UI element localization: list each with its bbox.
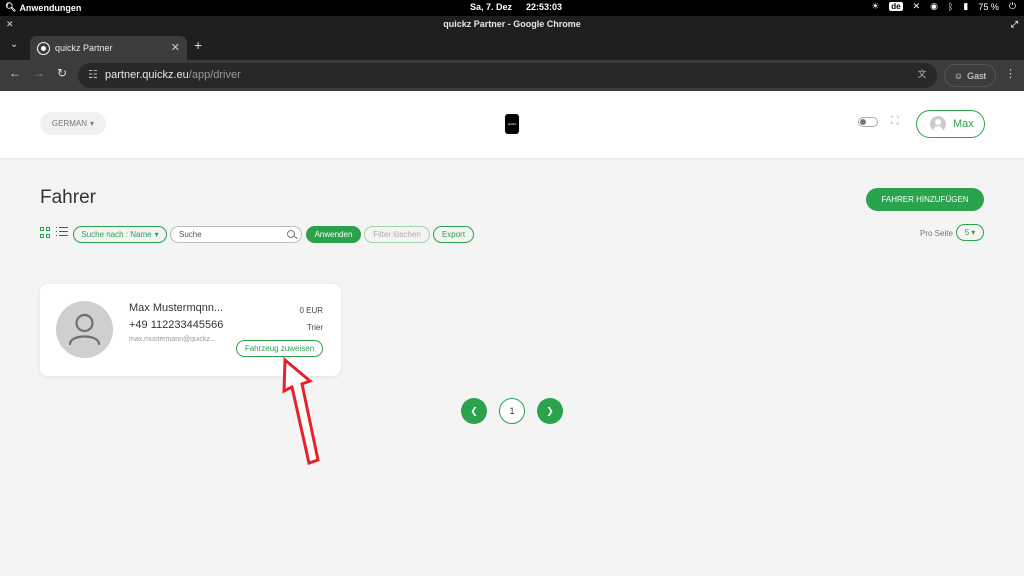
- language-dropdown[interactable]: GERMAN ▾: [40, 112, 106, 135]
- window-title-bar: ✕ quickz Partner - Google Chrome ⤢: [0, 16, 1024, 32]
- mute-icon: ✕: [912, 1, 921, 11]
- window-title: quickz Partner - Google Chrome: [443, 19, 581, 29]
- os-top-bar: 🔍︎ Anwendungen Sa, 7. Dez 22:53:03 ☀ de ✕…: [0, 0, 1024, 16]
- page-number-button[interactable]: 1: [499, 398, 525, 424]
- battery-icon: ▮: [963, 1, 969, 11]
- driver-city: Trier: [306, 323, 323, 332]
- url-text[interactable]: partner.quickz.eu/app/driver: [105, 69, 241, 81]
- add-driver-button[interactable]: FAHRER HINZUFÜGEN: [866, 188, 984, 211]
- user-menu-button[interactable]: Max: [916, 110, 985, 138]
- power-icon[interactable]: ⏻: [1009, 1, 1016, 12]
- search-icon: 🔍︎: [5, 2, 17, 12]
- language-label: GERMAN: [51, 119, 88, 128]
- list-view-icon[interactable]: [56, 227, 68, 238]
- restore-window-icon[interactable]: ⤢: [1011, 16, 1018, 32]
- search-icon[interactable]: [287, 230, 295, 238]
- caret-down-icon: ▾: [971, 228, 976, 237]
- more-menu-icon[interactable]: ⋮: [1005, 67, 1016, 80]
- driver-balance: 0 EUR: [299, 306, 323, 315]
- favicon-icon: [38, 42, 49, 54]
- address-bar[interactable]: ☷ partner.quickz.eu/app/driver 文: [78, 63, 937, 88]
- search-input[interactable]: Suche: [170, 226, 302, 243]
- driver-card[interactable]: Max Mustermqnn... +49 112233445566 max.m…: [40, 284, 341, 376]
- tab-quickz-partner[interactable]: quickz Partner ✕: [30, 36, 187, 60]
- user-name: Max: [953, 118, 974, 130]
- chevron-left-icon: ❮: [470, 405, 478, 416]
- brightness-icon: ☀: [871, 1, 880, 11]
- tab-search-chevron-icon[interactable]: ⌄: [10, 39, 18, 50]
- navigation-bar: ← → ↻ ☷ partner.quickz.eu/app/driver 文 ☺…: [0, 60, 1024, 91]
- back-arrow-icon[interactable]: ←: [9, 66, 21, 80]
- tab-strip: ⌄ quickz Partner ✕ +: [0, 32, 1024, 60]
- page-title: Fahrer: [40, 187, 96, 208]
- translate-icon[interactable]: 文: [915, 67, 929, 81]
- user-avatar-icon: [930, 116, 946, 132]
- search-placeholder: Suche: [179, 230, 202, 239]
- url-path: /app/driver: [188, 69, 241, 81]
- clear-filter-button[interactable]: Filter löschen: [364, 226, 430, 243]
- site-settings-icon[interactable]: ☷: [88, 68, 98, 81]
- bluetooth-icon: ᛒ: [948, 1, 954, 12]
- os-apps-label: Anwendungen: [19, 2, 82, 13]
- close-tab-icon[interactable]: ✕: [171, 41, 180, 54]
- theme-toggle[interactable]: [858, 117, 878, 127]
- export-button[interactable]: Export: [433, 226, 474, 243]
- driver-name: Max Mustermqnn...: [129, 302, 224, 314]
- driver-avatar-icon: [56, 301, 113, 358]
- os-date: Sa, 7. Dez: [470, 2, 513, 12]
- url-host: partner.quickz.eu: [105, 69, 189, 81]
- close-window-icon[interactable]: ✕: [6, 16, 14, 32]
- toggle-knob: [860, 119, 866, 125]
- previous-page-button[interactable]: ❮: [461, 398, 487, 424]
- fullscreen-icon[interactable]: ⛶: [891, 115, 899, 128]
- os-apps-menu[interactable]: 🔍︎ Anwendungen: [5, 2, 81, 13]
- forward-arrow-icon[interactable]: →: [33, 66, 45, 80]
- app-logo[interactable]: quickz: [505, 114, 519, 134]
- per-page-value: 5: [964, 228, 970, 237]
- profile-icon: ☺: [953, 70, 964, 81]
- caret-down-icon: ▾: [90, 119, 95, 128]
- battery-level: 75 %: [978, 1, 999, 12]
- chevron-right-icon: ❯: [546, 405, 554, 416]
- reload-icon[interactable]: ↻: [57, 66, 67, 80]
- driver-email: max.mustermann@quickz...: [129, 336, 216, 343]
- search-by-dropdown[interactable]: Suche nach : Name ▾: [73, 226, 167, 243]
- app-header: GERMAN ▾ quickz ⛶ Max: [0, 91, 1024, 158]
- driver-phone: +49 112233445566: [129, 319, 224, 331]
- grid-view-icon[interactable]: [40, 227, 51, 238]
- os-time: 22:53:03: [526, 2, 563, 12]
- next-page-button[interactable]: ❯: [537, 398, 563, 424]
- profile-label: Gast: [967, 70, 987, 81]
- os-system-tray[interactable]: ☀ de ✕ ◉ ᛒ ▮ 75 % ⏻: [871, 1, 1016, 12]
- logo-text: quickz: [507, 122, 517, 126]
- tab-title: quickz Partner: [55, 43, 113, 53]
- keyboard-layout-indicator[interactable]: de: [889, 2, 903, 11]
- assign-vehicle-button[interactable]: Fahrzeug zuweisen: [236, 340, 323, 357]
- wifi-icon: ◉: [930, 1, 938, 11]
- profile-button[interactable]: ☺ Gast: [944, 64, 996, 87]
- new-tab-plus-icon[interactable]: +: [194, 37, 202, 53]
- os-clock[interactable]: Sa, 7. Dez 22:53:03: [470, 2, 576, 12]
- apply-button[interactable]: Anwenden: [306, 226, 361, 243]
- per-page-label: Pro Seite: [920, 229, 953, 238]
- caret-down-icon: ▾: [154, 230, 159, 239]
- per-page-dropdown[interactable]: 5 ▾: [956, 224, 984, 241]
- search-by-label: Suche nach : Name: [81, 230, 152, 239]
